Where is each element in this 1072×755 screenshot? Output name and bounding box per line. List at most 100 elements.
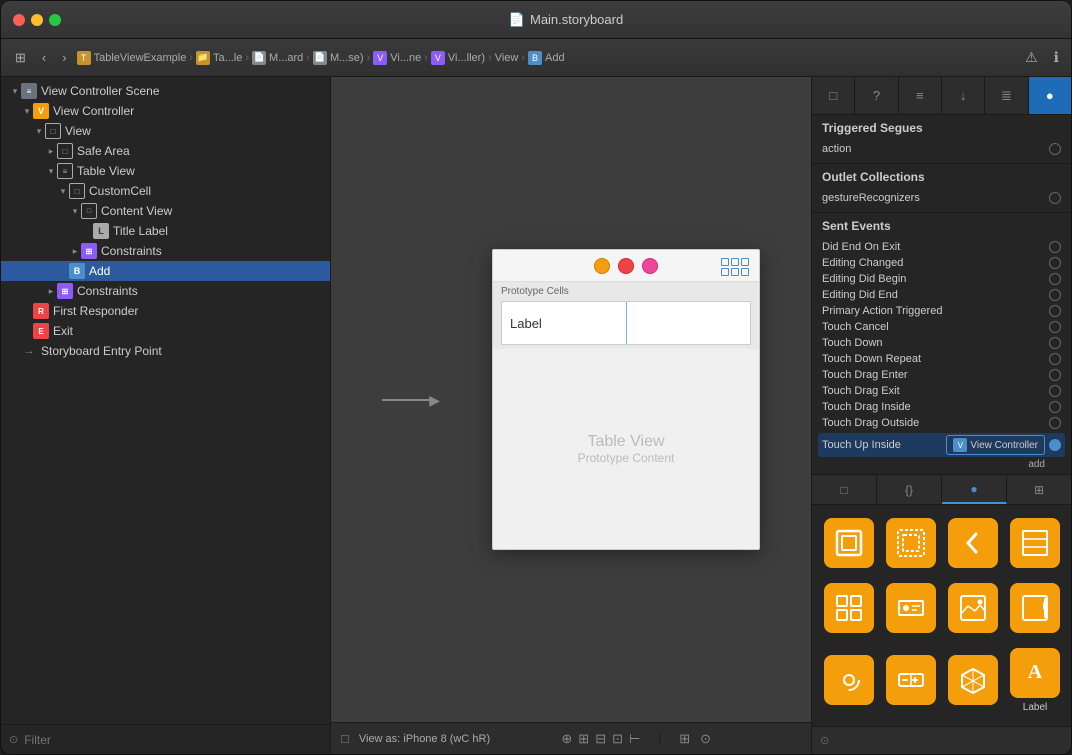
lib-item-table-view-cell[interactable] — [882, 578, 940, 639]
event-circle-touch-down[interactable] — [1049, 337, 1061, 349]
info-button[interactable]: ℹ — [1050, 47, 1063, 68]
event-name-touch-up-inside: Touch Up Inside — [822, 439, 901, 451]
outlet-collections-title: Outlet Collections — [822, 170, 1061, 184]
canvas-layout-1-icon[interactable]: ⊞ — [578, 731, 589, 747]
close-button[interactable] — [13, 14, 25, 26]
event-row-touch-drag-inside: Touch Drag Inside — [822, 399, 1061, 415]
canvas[interactable]: Prototype Cells Label Table View Prot — [331, 77, 811, 722]
tree-label-content-view: Content View — [101, 204, 172, 218]
lib-item-back-button[interactable] — [944, 513, 1002, 574]
event-circle-touch-drag-outside[interactable] — [1049, 417, 1061, 429]
breadcrumb: T TableViewExample › 📁 Ta...le › 📄 M...a… — [77, 51, 1018, 65]
canvas-layout-2-icon[interactable]: ⊟ — [595, 731, 606, 747]
library-filter-input[interactable] — [835, 735, 1063, 747]
tree-item-exit[interactable]: E Exit — [1, 321, 330, 341]
lib-tab-media[interactable]: ⊞ — [1007, 475, 1071, 504]
forward-button[interactable]: › — [56, 47, 72, 68]
lib-item-label[interactable]: A Label — [1006, 642, 1064, 718]
event-circle-did-end-on-exit[interactable] — [1049, 241, 1061, 253]
breadcrumb-item-2[interactable]: 📄 M...ard — [252, 51, 303, 65]
tree-arrow-constraints-content: ▸ — [69, 246, 81, 257]
canvas-layout-3-icon[interactable]: ⊡ — [612, 731, 623, 747]
connection-target-box[interactable]: V View Controller — [946, 435, 1045, 455]
lib-icon-activity — [824, 655, 874, 705]
event-circle-action[interactable] — [1049, 143, 1061, 155]
filter-input[interactable] — [24, 733, 322, 747]
canvas-filter-icon[interactable]: ⊙ — [700, 731, 711, 747]
tree-item-view[interactable]: ▾ □ View — [1, 121, 330, 141]
lib-tab-objects[interactable]: ● — [942, 475, 1007, 504]
lib-item-table[interactable] — [1006, 513, 1064, 574]
tab-size[interactable]: ≣ — [985, 77, 1028, 114]
event-circle-touch-cancel[interactable] — [1049, 321, 1061, 333]
breadcrumb-item-3[interactable]: 📄 M...se) — [313, 51, 364, 65]
tree-item-entry-point[interactable]: → Storyboard Entry Point — [1, 341, 330, 361]
tab-connections[interactable]: ● — [1029, 77, 1071, 114]
lib-item-collection-view[interactable] — [820, 578, 878, 639]
canvas-content: Prototype Cells Label Table View Prot — [342, 209, 800, 590]
tab-quickhelp[interactable]: ? — [855, 77, 898, 114]
warning-button[interactable]: ⚠ — [1021, 47, 1042, 68]
tree-label-vc: View Controller — [53, 104, 134, 118]
event-row-touch-drag-exit: Touch Drag Exit — [822, 383, 1061, 399]
lib-item-3d-view[interactable] — [944, 642, 1002, 718]
event-circle-gesture[interactable] — [1049, 192, 1061, 204]
event-circle-touch-down-repeat[interactable] — [1049, 353, 1061, 365]
tree-item-content-view[interactable]: ▾ □ Content View — [1, 201, 330, 221]
tree-item-table-view[interactable]: ▾ ≡ Table View — [1, 161, 330, 181]
tree-item-first-responder[interactable]: R First Responder — [1, 301, 330, 321]
grid-view-button[interactable]: ⊞ — [9, 47, 32, 69]
tree-item-scene[interactable]: ▾ ≡ View Controller Scene — [1, 81, 330, 101]
event-circle-touch-drag-exit[interactable] — [1049, 385, 1061, 397]
event-circle-editing-did-begin[interactable] — [1049, 273, 1061, 285]
lib-icon-image — [948, 583, 998, 633]
event-circle-touch-drag-enter[interactable] — [1049, 369, 1061, 381]
canvas-view-icon[interactable]: □ — [341, 731, 349, 746]
lib-item-stepper[interactable] — [882, 642, 940, 718]
scene-icon: ≡ — [21, 83, 37, 99]
event-circle-touch-drag-inside[interactable] — [1049, 401, 1061, 413]
tab-attributes[interactable]: ↓ — [942, 77, 985, 114]
breadcrumb-item-5[interactable]: V Vi...ller) — [431, 51, 485, 65]
tab-file[interactable]: □ — [812, 77, 855, 114]
minimize-button[interactable] — [31, 14, 43, 26]
breadcrumb-item-0[interactable]: T TableViewExample — [77, 51, 187, 65]
event-circle-editing-changed[interactable] — [1049, 257, 1061, 269]
event-row-action: action — [822, 141, 1061, 157]
canvas-zoom-icon[interactable]: ⊕ — [561, 731, 572, 747]
canvas-grid-icon[interactable]: ⊞ — [679, 731, 690, 747]
lib-item-activity-indicator[interactable] — [820, 642, 878, 718]
breadcrumb-sep-5: › — [488, 52, 492, 64]
tree-item-title-label[interactable]: L Title Label — [1, 221, 330, 241]
canvas-layout-4-icon[interactable]: ⊢ — [629, 731, 640, 747]
lib-item-container-view[interactable] — [882, 513, 940, 574]
status-dot-yellow — [594, 258, 610, 274]
tree-item-vc[interactable]: ▾ V View Controller — [1, 101, 330, 121]
event-circle-touch-up-inside[interactable] — [1049, 439, 1061, 451]
event-row-touch-drag-enter: Touch Drag Enter — [822, 367, 1061, 383]
lib-tab-code[interactable]: {} — [877, 475, 942, 504]
view-icon: □ — [45, 123, 61, 139]
back-button[interactable]: ‹ — [36, 47, 52, 68]
breadcrumb-item-6[interactable]: View — [495, 52, 519, 64]
breadcrumb-item-4[interactable]: V Vi...ne — [373, 51, 421, 65]
event-circle-editing-did-end[interactable] — [1049, 289, 1061, 301]
lib-tab-file[interactable]: □ — [812, 475, 877, 504]
breadcrumb-item-1[interactable]: 📁 Ta...le — [196, 51, 242, 65]
tree-item-constraints-content[interactable]: ▸ ⊞ Constraints — [1, 241, 330, 261]
lib-item-scroll-view[interactable] — [1006, 578, 1064, 639]
lib-item-image-view[interactable] — [944, 578, 1002, 639]
breadcrumb-item-7[interactable]: B Add — [528, 51, 565, 65]
tree-item-constraints-view[interactable]: ▸ ⊞ Constraints — [1, 281, 330, 301]
event-circle-primary-action[interactable] — [1049, 305, 1061, 317]
tree-item-safe-area[interactable]: ▸ □ Safe Area — [1, 141, 330, 161]
maximize-button[interactable] — [49, 14, 61, 26]
navigator-tree: ▾ ≡ View Controller Scene ▾ V View Contr… — [1, 77, 330, 724]
lib-item-view[interactable] — [820, 513, 878, 574]
tree-item-add[interactable]: B Add — [1, 261, 330, 281]
tree-item-custom-cell[interactable]: ▾ □ CustomCell — [1, 181, 330, 201]
canvas-filter-input[interactable] — [721, 733, 801, 745]
tab-identity[interactable]: ≡ — [899, 77, 942, 114]
breadcrumb-sep-4: › — [424, 52, 428, 64]
event-row-gesture: gestureRecognizers — [822, 190, 1061, 206]
